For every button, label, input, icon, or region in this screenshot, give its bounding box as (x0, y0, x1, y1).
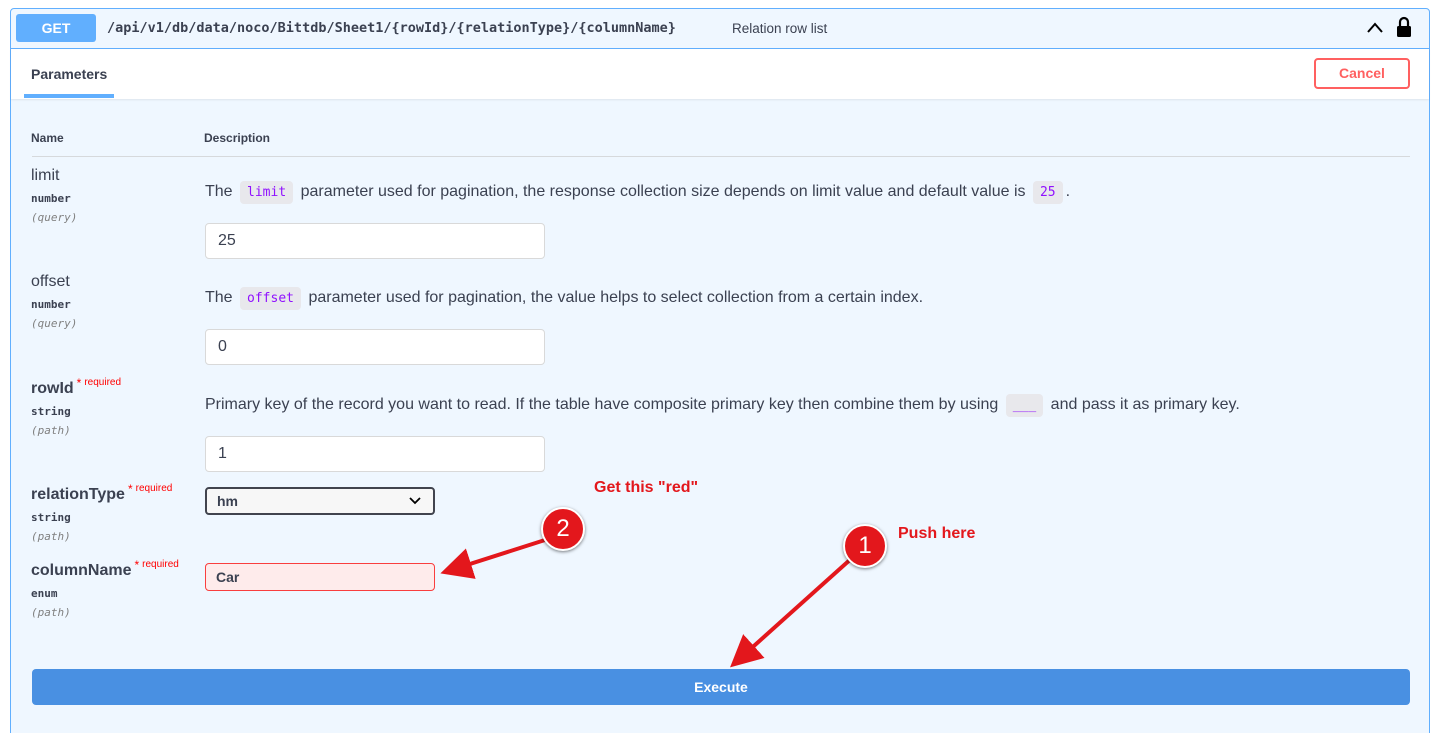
inline-code: ___ (1005, 394, 1044, 417)
param-description-offset: The offset parameter used for pagination… (205, 287, 923, 310)
endpoint-path: /api/v1/db/data/noco/Bittdb/Sheet1/{rowI… (107, 20, 676, 36)
lock-icon[interactable] (1396, 16, 1412, 38)
param-in-rowid: (path) (31, 424, 71, 437)
column-header-name: Name (31, 131, 64, 145)
operation-summary[interactable]: GET /api/v1/db/data/noco/Bittdb/Sheet1/{… (11, 9, 1429, 49)
param-in-limit: (query) (31, 211, 78, 224)
param-type-columnname: enum (31, 587, 58, 600)
execute-button[interactable]: Execute (32, 669, 1410, 705)
inline-code: 25 (1032, 181, 1063, 204)
http-method-badge: GET (16, 14, 96, 42)
annotation-badge-1: 1 (843, 524, 887, 568)
param-name-columnname: columnName * required (31, 558, 179, 579)
chevron-down-icon (409, 497, 421, 505)
chevron-up-icon[interactable] (1365, 20, 1385, 36)
parameters-header: Parameters Cancel (11, 49, 1429, 99)
param-in-columnname: (path) (31, 606, 71, 619)
param-description-rowid: Primary key of the record you want to re… (205, 394, 1240, 417)
cancel-button[interactable]: Cancel (1314, 58, 1410, 89)
column-header-description: Description (204, 131, 271, 145)
relationtype-select[interactable]: hm (205, 487, 435, 515)
rowid-input[interactable]: 1 (205, 436, 545, 472)
param-name-relationtype: relationType * required (31, 482, 173, 503)
annotation-push-here: Push here (898, 525, 976, 542)
inline-code: limit (240, 181, 294, 204)
tab-parameters[interactable]: Parameters (31, 66, 107, 82)
annotation-badge-2: 2 (541, 507, 585, 551)
endpoint-summary: Relation row list (732, 21, 828, 36)
tab-active-indicator (24, 94, 114, 98)
param-name-rowid: rowId * required (31, 376, 122, 397)
operation-block: GET /api/v1/db/data/noco/Bittdb/Sheet1/{… (10, 8, 1430, 733)
inline-code: offset (240, 287, 301, 310)
param-type-offset: number (31, 298, 71, 311)
param-description-limit: The limit parameter used for pagination,… (205, 181, 1070, 204)
param-name-offset: offset (31, 273, 70, 290)
offset-input[interactable]: 0 (205, 329, 545, 365)
param-type-relationtype: string (31, 511, 71, 524)
limit-input[interactable]: 25 (205, 223, 545, 259)
param-in-relationtype: (path) (31, 530, 71, 543)
param-name-limit: limit (31, 167, 60, 184)
annotation-get-red: Get this "red" (594, 479, 699, 496)
param-in-offset: (query) (31, 317, 78, 330)
columnname-input[interactable]: Car (205, 563, 435, 591)
param-type-rowid: string (31, 405, 71, 418)
select-value: hm (217, 493, 238, 509)
header-divider (32, 156, 1410, 157)
param-type-limit: number (31, 192, 71, 205)
